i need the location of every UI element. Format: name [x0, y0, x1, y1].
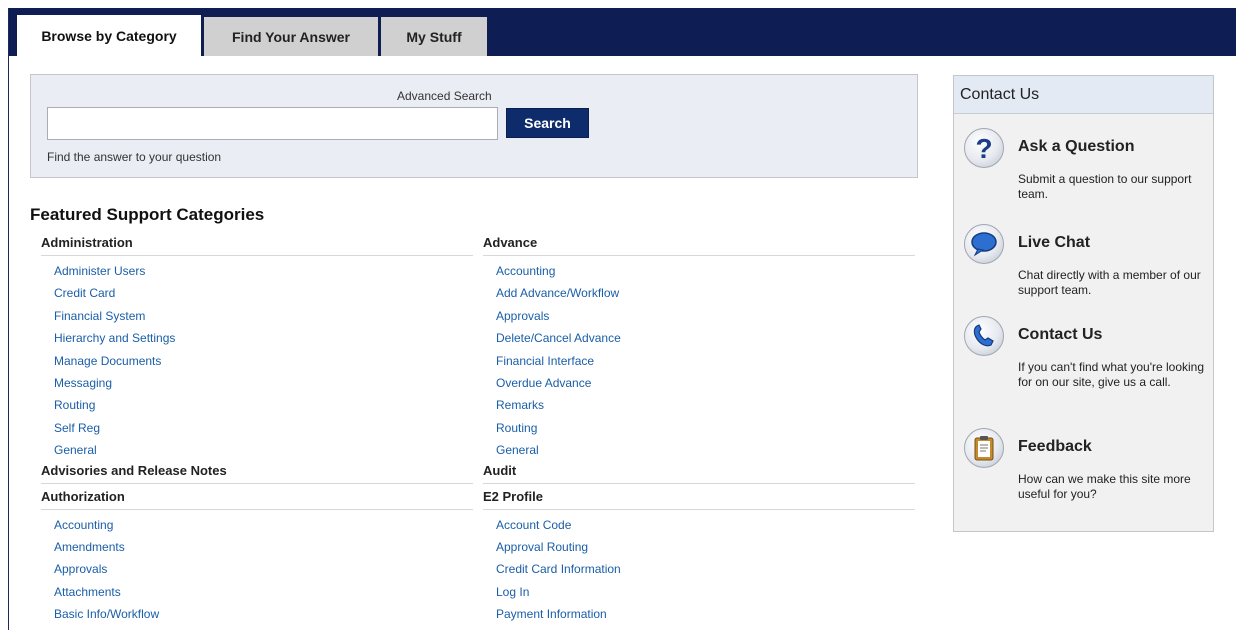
category-link[interactable]: General [483, 439, 915, 461]
category-link[interactable]: Log In [483, 581, 915, 603]
category-link[interactable]: Routing [483, 417, 915, 439]
search-panel: Advanced Search Search Find the answer t… [30, 74, 918, 178]
category-link[interactable]: Approval Routing [483, 536, 915, 558]
category-link[interactable]: Delete/Cancel Advance [483, 327, 915, 349]
category-link[interactable]: Account Code [483, 514, 915, 536]
search-hint: Find the answer to your question [47, 150, 222, 164]
category-heading: Advance [483, 234, 915, 256]
category-link[interactable]: Amendments [41, 536, 473, 558]
category-column-left: Administration Administer Users Credit C… [41, 234, 473, 625]
contact-panel-title: Contact Us [954, 76, 1213, 114]
category-link[interactable]: Basic Info/Workflow [41, 603, 473, 625]
contact-item-title[interactable]: Feedback [1018, 438, 1092, 456]
category-link[interactable]: Approvals [483, 305, 915, 327]
category-heading: Authorization [41, 488, 473, 510]
category-link[interactable]: Payment Information [483, 603, 915, 625]
category-link[interactable]: Messaging [41, 372, 473, 394]
clipboard-icon [964, 428, 1004, 468]
category-column-right: Advance Accounting Add Advance/Workflow … [483, 234, 915, 625]
category-heading: Administration [41, 234, 473, 256]
contact-item-desc: Submit a question to our support team. [1018, 172, 1192, 201]
category-link[interactable]: Add Advance/Workflow [483, 282, 915, 304]
contact-panel: Contact Us ? Ask a Question Submit a que… [953, 75, 1214, 532]
contact-item-title[interactable]: Contact Us [1018, 326, 1102, 344]
contact-item-live-chat[interactable]: Live Chat Chat directly with a member of… [964, 224, 1209, 304]
svg-text:?: ? [975, 133, 992, 163]
contact-item-title[interactable]: Live Chat [1018, 234, 1090, 252]
category-link[interactable]: General [41, 439, 473, 461]
category-link[interactable]: Self Reg [41, 417, 473, 439]
category-heading: E2 Profile [483, 488, 915, 510]
question-icon: ? [964, 128, 1004, 168]
category-link[interactable]: Accounting [483, 260, 915, 282]
contact-item-title[interactable]: Ask a Question [1018, 138, 1134, 156]
category-link[interactable]: Overdue Advance [483, 372, 915, 394]
category-link[interactable]: Financial System [41, 305, 473, 327]
category-link[interactable]: Financial Interface [483, 350, 915, 372]
category-link[interactable]: Hierarchy and Settings [41, 327, 473, 349]
category-link[interactable]: Administer Users [41, 260, 473, 282]
contact-item-contact-us[interactable]: Contact Us If you can't find what you're… [964, 316, 1209, 416]
category-heading[interactable]: Advisories and Release Notes [41, 462, 473, 484]
search-button[interactable]: Search [506, 108, 589, 138]
category-link[interactable]: Routing [41, 394, 473, 416]
category-link[interactable]: Approvals [41, 558, 473, 580]
contact-item-desc: Chat directly with a member of our suppo… [1018, 268, 1201, 297]
phone-icon [964, 316, 1004, 356]
contact-item-ask-question[interactable]: ? Ask a Question Submit a question to ou… [964, 128, 1209, 208]
category-link[interactable]: Accounting [41, 514, 473, 536]
search-input[interactable] [47, 107, 498, 140]
category-heading[interactable]: Audit [483, 462, 915, 484]
category-link[interactable]: Attachments [41, 581, 473, 603]
category-link[interactable]: Manage Documents [41, 350, 473, 372]
category-link[interactable]: Credit Card [41, 282, 473, 304]
category-link[interactable]: Credit Card Information [483, 558, 915, 580]
contact-item-desc: If you can't find what you're looking fo… [1018, 360, 1205, 389]
featured-categories-title: Featured Support Categories [30, 205, 265, 224]
chat-bubble-icon [964, 224, 1004, 264]
category-link[interactable]: Remarks [483, 394, 915, 416]
contact-item-feedback[interactable]: Feedback How can we make this site more … [964, 428, 1209, 518]
advanced-search-link[interactable]: Advanced Search [397, 89, 492, 103]
contact-item-desc: How can we make this site more useful fo… [1018, 472, 1191, 501]
